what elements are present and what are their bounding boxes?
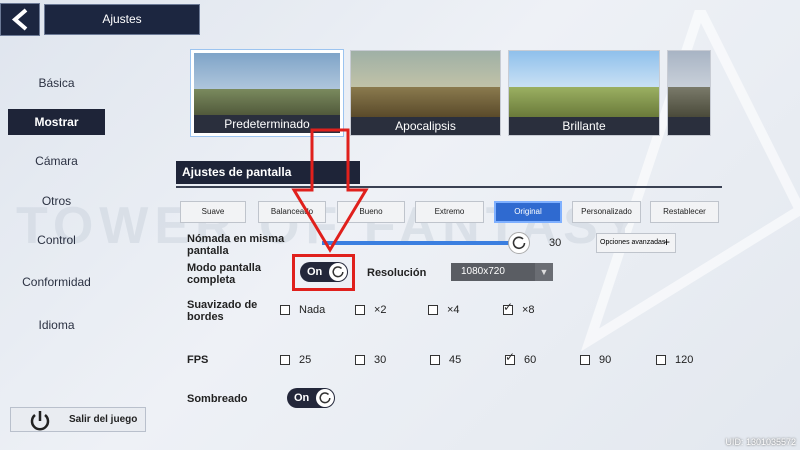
fps-90-checkbox[interactable] [580,355,590,365]
sidebar-item-camara[interactable]: Cámara [8,148,105,174]
shadow-toggle[interactable]: On [287,388,335,408]
fps-option-label: 30 [374,354,387,366]
antialias-x8-checkbox[interactable]: ✓ [503,301,513,315]
preset-label: Predeterminado [194,115,340,133]
preset-label: Apocalipsis [351,117,500,135]
refresh-icon [512,236,526,250]
power-icon [30,411,50,431]
nomada-value: 30 [549,237,562,249]
exit-game-label: Salir del juego [69,414,138,425]
restore-button[interactable]: Restablecer [650,201,719,223]
fps-label: FPS [187,354,209,366]
uid-label: UID: 1301035572 [725,437,796,447]
shadow-label: Sombreado [187,393,248,405]
preset-brillante[interactable]: Brillante [508,50,660,136]
chevron-left-icon [11,8,28,31]
quality-bueno-button[interactable]: Bueno [337,201,405,223]
chevron-down-icon: ▼ [535,263,553,281]
section-divider [176,186,722,188]
sidebar-item-mostrar[interactable]: Mostrar [8,109,105,135]
preset-caption-blank [668,117,710,135]
fps-30-checkbox[interactable] [355,355,365,365]
sidebar-item-idioma[interactable]: Idioma [8,312,105,338]
sidebar-item-basica[interactable]: Básica [8,70,105,96]
exit-game-button[interactable]: Salir del juego [10,407,146,432]
quality-original-button[interactable]: Original [494,201,562,223]
fps-option-label: 120 [675,354,694,366]
antialias-x2-checkbox[interactable] [355,305,365,315]
advanced-options-label: Opciones avanzadas [600,239,666,246]
fps-option-label: 25 [299,354,312,366]
refresh-icon [319,392,331,404]
sidebar-item-otros[interactable]: Otros [8,188,105,214]
resolution-select[interactable]: 1080x720 ▼ [451,263,553,281]
plus-icon: + [662,235,670,249]
quality-suave-button[interactable]: Suave [180,201,246,223]
fps-25-checkbox[interactable] [280,355,290,365]
preset-label: Brillante [509,117,659,135]
fps-option-label: 45 [449,354,462,366]
sidebar-item-conformidad[interactable]: Conformidad [8,269,105,295]
nomada-slider-track[interactable] [322,241,520,245]
preset-thumbnail-ground [351,87,500,117]
advanced-options-button[interactable]: Opciones avanzadas + [596,233,676,253]
fullscreen-toggle[interactable]: On [300,262,348,282]
resolution-label: Resolución [367,267,427,279]
shadow-toggle-state: On [294,392,310,404]
fps-option-label: 90 [599,354,612,366]
preset-apocalipsis[interactable]: Apocalipsis [350,50,501,136]
antialias-x4-checkbox[interactable] [428,305,438,315]
section-title: Ajustes de pantalla [176,161,360,184]
preset-thumbnail-ground [668,87,710,117]
checkmark-icon: ✓ [505,350,516,364]
antialias-option-label: Nada [299,304,326,316]
refresh-icon [332,266,344,278]
preset-thumbnail-ground [509,87,659,117]
toggle-knob [329,263,347,281]
quality-extremo-button[interactable]: Extremo [415,201,484,223]
antialias-nada-checkbox[interactable] [280,305,290,315]
resolution-value: 1080x720 [461,266,505,277]
fps-60-checkbox[interactable]: ✓ [505,351,515,365]
antialias-option-label: ×4 [447,304,460,316]
antialias-option-label: ×2 [374,304,387,316]
sidebar-item-control[interactable]: Control [8,227,105,253]
nomada-slider-handle[interactable] [508,232,530,254]
checkmark-icon: ✓ [503,300,514,314]
fps-option-label: 60 [524,354,537,366]
page-title: Ajustes [44,4,200,35]
fullscreen-toggle-state: On [307,266,323,278]
quality-balanceado-button[interactable]: Balanceado [258,201,326,223]
toggle-knob [316,389,334,407]
quality-personalizado-button[interactable]: Personalizado [572,201,641,223]
preset-predeterminado[interactable]: Predeterminado [190,49,344,137]
antialias-option-label: ×8 [522,304,535,316]
nomada-label: Nómada en misma pantalla [187,233,285,257]
antialias-label: Suavizado de bordes [187,299,258,323]
fps-45-checkbox[interactable] [430,355,440,365]
back-button[interactable] [0,3,40,36]
fps-120-checkbox[interactable] [656,355,666,365]
fullscreen-label: Modo pantalla completa [187,262,261,286]
preset-partial[interactable] [667,50,711,136]
